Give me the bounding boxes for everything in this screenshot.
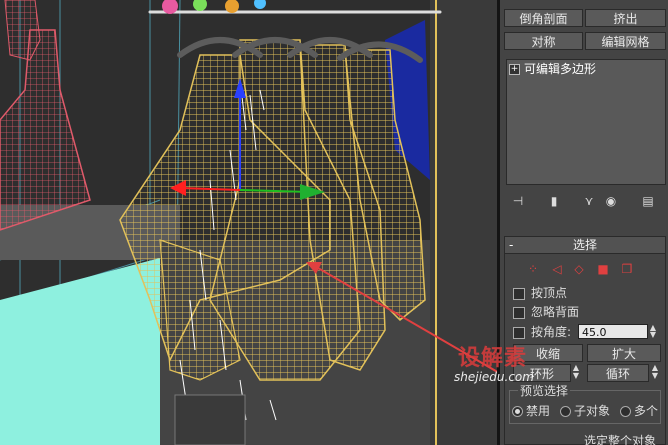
modifier-stack-item[interactable]: + 可编辑多边形 [509, 62, 659, 76]
yellow-dress-wireframes [119, 39, 426, 381]
watermark-logo: 设解素 [458, 346, 528, 371]
edit-mesh-button[interactable]: 编辑网格 [585, 32, 666, 50]
configure-sets-icon[interactable]: ▤ [638, 192, 658, 210]
expand-icon[interactable]: + [509, 64, 520, 75]
subobject-level-bar: ⁘ ◁ ◇ ■ ❒ [525, 261, 655, 277]
modifier-stack-item-label: 可编辑多边形 [524, 62, 597, 76]
preview-selection-group: 预览选择 禁用 子对象 多个 [509, 382, 661, 424]
vertex-level-icon[interactable]: ⁘ [525, 261, 541, 277]
checkbox-box[interactable] [513, 306, 525, 319]
pink-dress-wireframe [0, 0, 91, 231]
checkbox-box[interactable] [513, 287, 525, 300]
watermark: 设解素 shejiedu.com [454, 340, 568, 390]
show-end-result-icon[interactable]: ▮ [544, 192, 564, 210]
angle-spinner-icon[interactable]: ▲ ▼ [648, 324, 658, 339]
selection-rollout-title: 选择 [572, 238, 597, 252]
stack-toolbar: ⊣ ▮ ⋎ ◉ ▤ [504, 192, 666, 210]
by-vertex-label: 按顶点 [531, 286, 568, 300]
ring-spinner-icon[interactable]: ▲ ▼ [571, 364, 581, 380]
preview-option-label: 禁用 [526, 404, 551, 418]
viewport-scene [0, 0, 497, 445]
floor-box [174, 394, 246, 445]
chamfer-cut-button[interactable]: 倒角剖面 [504, 9, 583, 27]
loop-button[interactable]: 循环 [587, 364, 649, 382]
by-vertex-checkbox[interactable]: 按顶点 [513, 285, 567, 301]
ignore-backfacing-label: 忽略背面 [531, 305, 580, 319]
symmetry-button[interactable]: 对称 [504, 32, 583, 50]
make-unique-icon[interactable]: ⋎ [579, 192, 599, 210]
pin-stack-icon[interactable]: ⊣ [508, 192, 528, 210]
edge-level-icon[interactable]: ◁ [549, 261, 565, 277]
preview-option-label: 子对象 [574, 404, 611, 418]
preview-option-subobject[interactable]: 子对象 [560, 403, 610, 419]
element-level-icon[interactable]: ❒ [619, 261, 635, 277]
radio-unselected[interactable] [620, 406, 631, 417]
grow-button[interactable]: 扩大 [587, 344, 661, 362]
extrude-button[interactable]: 挤出 [585, 9, 666, 27]
by-angle-checkbox[interactable]: 按角度: [513, 324, 571, 340]
preview-option-multiple[interactable]: 多个 [620, 403, 658, 419]
angle-input[interactable]: 45.0 [578, 324, 648, 339]
by-angle-label: 按角度: [531, 325, 572, 339]
preview-option-label: 多个 [634, 404, 659, 418]
border-level-icon[interactable]: ◇ [571, 261, 587, 277]
ignore-backfacing-checkbox[interactable]: 忽略背面 [513, 304, 579, 320]
cyan-floor-plane [0, 258, 160, 445]
selection-rollout-header[interactable]: - 选择 [505, 237, 665, 254]
radio-selected[interactable] [512, 406, 523, 417]
perspective-viewport[interactable] [0, 0, 497, 445]
preview-option-disabled[interactable]: 禁用 [512, 403, 550, 419]
modifier-stack-list[interactable]: + 可编辑多边形 [506, 59, 666, 185]
checkbox-box[interactable] [513, 326, 525, 339]
remove-modifier-icon[interactable]: ◉ [601, 192, 621, 210]
polygon-level-icon[interactable]: ■ [595, 261, 611, 277]
radio-unselected[interactable] [560, 406, 571, 417]
select-whole-object-label[interactable]: 选定整个对象 [575, 434, 665, 445]
watermark-url: shejiedu.com [454, 370, 534, 384]
loop-spinner-icon[interactable]: ▲ ▼ [650, 364, 660, 380]
collapse-icon[interactable]: - [509, 237, 513, 253]
